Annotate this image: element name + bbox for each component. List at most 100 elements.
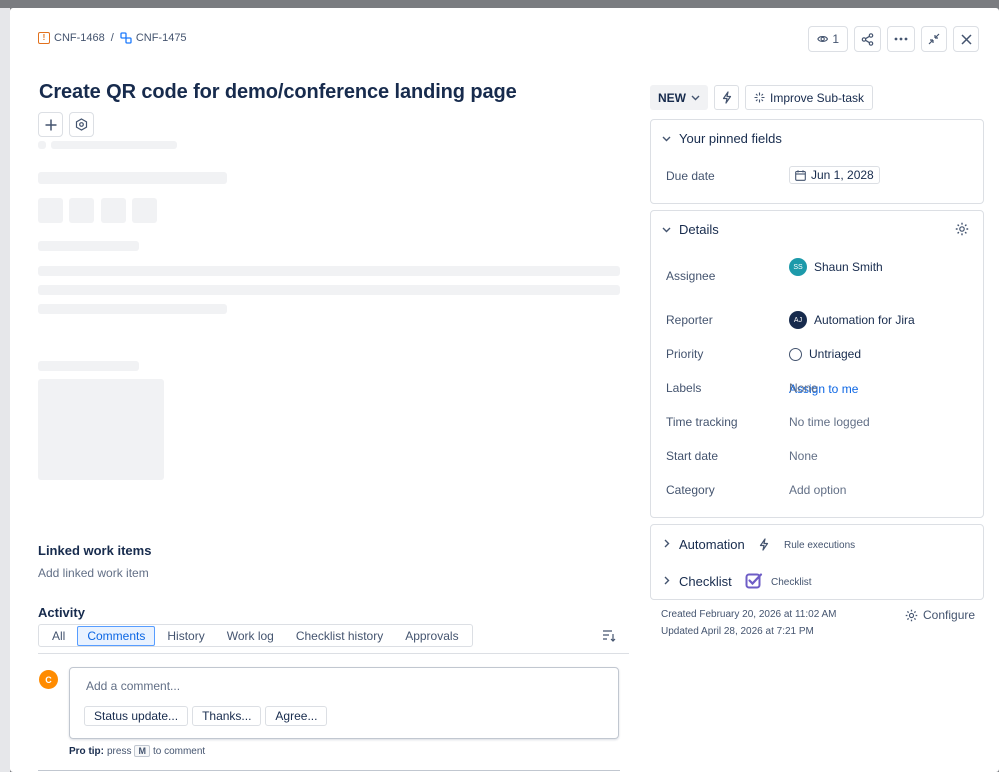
start-date-label: Start date — [666, 449, 719, 463]
current-user-avatar: C — [39, 670, 58, 689]
gear-icon — [905, 609, 918, 621]
backdrop-top — [0, 0, 999, 8]
breadcrumb-parent[interactable]: ! CNF-1468 — [38, 32, 105, 44]
reporter-value[interactable]: AJ Automation for Jira — [789, 311, 915, 329]
category-label: Category — [666, 483, 715, 497]
chevron-right-icon[interactable] — [664, 576, 670, 585]
apps-button[interactable] — [69, 112, 94, 137]
improve-subtask-label: Improve Sub-task — [770, 90, 865, 105]
skeleton-line — [38, 141, 46, 149]
modal-toolbar: 1 — [808, 26, 979, 52]
sort-icon[interactable] — [602, 629, 616, 642]
minimize-button[interactable] — [921, 26, 947, 52]
bug-icon: ! — [38, 32, 50, 44]
activity-heading: Activity — [38, 605, 85, 620]
add-button[interactable] — [38, 112, 63, 137]
pro-tip: Pro tip: press M to comment — [69, 745, 205, 757]
breadcrumb-separator: / — [110, 32, 114, 44]
chevron-down-icon[interactable] — [662, 227, 671, 233]
breadcrumb-current[interactable]: CNF-1475 — [120, 32, 187, 44]
status-label: NEW — [658, 90, 686, 105]
improve-subtask-button[interactable]: Improve Sub-task — [745, 85, 874, 110]
automation-action-button[interactable] — [714, 85, 739, 110]
issue-title[interactable]: Create QR code for demo/conference landi… — [39, 81, 517, 104]
tab-all[interactable]: All — [42, 626, 75, 646]
time-tracking-value[interactable]: No time logged — [789, 415, 870, 429]
automation-note: Rule executions — [784, 540, 856, 551]
tab-work-log[interactable]: Work log — [217, 626, 284, 646]
skeleton-line — [38, 304, 227, 314]
apps-panel: Automation Rule executions Checklist Che… — [650, 524, 984, 600]
calendar-icon — [795, 169, 806, 181]
category-value[interactable]: Add option — [789, 483, 846, 497]
breadcrumb-current-key[interactable]: CNF-1475 — [136, 32, 187, 44]
configure-button[interactable]: Configure — [905, 608, 975, 622]
breadcrumb: ! CNF-1468 / CNF-1475 — [38, 32, 187, 44]
eye-icon — [817, 36, 829, 42]
time-tracking-label: Time tracking — [666, 415, 738, 429]
due-date-label: Due date — [666, 169, 715, 183]
shortcut-key: M — [134, 745, 150, 757]
skeleton-line — [38, 172, 227, 184]
pro-tip-pre: press — [107, 745, 132, 757]
tab-approvals[interactable]: Approvals — [395, 626, 468, 646]
skeleton-block — [38, 198, 63, 223]
tab-checklist-history[interactable]: Checklist history — [286, 626, 393, 646]
pinned-fields-heading[interactable]: Your pinned fields — [679, 131, 782, 146]
subtask-icon — [120, 32, 132, 44]
add-linked-item-link[interactable]: Add linked work item — [38, 566, 149, 580]
skeleton-line — [38, 285, 620, 295]
due-date-value[interactable]: Jun 1, 2028 — [789, 166, 880, 184]
watch-button[interactable]: 1 — [808, 26, 848, 52]
linked-items-heading: Linked work items — [38, 543, 152, 558]
quick-reply-status-update[interactable]: Status update... — [84, 706, 189, 726]
skeleton-line — [38, 266, 620, 276]
chevron-right-icon[interactable] — [664, 539, 670, 548]
pinned-fields-panel: Your pinned fields Due date Jun 1, 2028 — [650, 119, 984, 204]
assignee-value[interactable]: SS Shaun Smith — [789, 258, 883, 276]
skeleton-line — [38, 361, 139, 371]
backdrop-left — [0, 0, 10, 772]
lightning-icon — [759, 538, 769, 551]
updated-timestamp: Updated April 28, 2026 at 7:21 PM — [661, 626, 814, 637]
status-dropdown[interactable]: NEW — [650, 85, 708, 110]
share-button[interactable] — [854, 26, 881, 52]
quick-add-bar — [38, 112, 94, 137]
checklist-heading[interactable]: Checklist — [679, 574, 732, 589]
labels-value[interactable]: None — [789, 381, 818, 395]
quick-reply-thanks[interactable]: Thanks... — [192, 706, 262, 726]
collapse-icon — [928, 33, 940, 45]
more-actions-button[interactable] — [887, 26, 915, 52]
quick-reply-agree[interactable]: Agree... — [265, 706, 328, 726]
breadcrumb-parent-key[interactable]: CNF-1468 — [54, 32, 105, 44]
lightning-icon — [722, 91, 731, 104]
details-heading[interactable]: Details — [679, 222, 719, 237]
close-button[interactable] — [953, 26, 979, 52]
start-date-value[interactable]: None — [789, 449, 818, 463]
reporter-avatar: AJ — [789, 311, 807, 329]
comment-editor[interactable]: Add a comment... Status update... Thanks… — [69, 667, 619, 739]
skeleton-line — [38, 241, 139, 251]
sparkle-icon — [754, 92, 765, 103]
checklist-icon — [745, 573, 763, 589]
chevron-down-icon[interactable] — [662, 136, 671, 142]
configure-label: Configure — [923, 608, 976, 622]
automation-heading[interactable]: Automation — [679, 537, 745, 552]
skeleton-block — [132, 198, 157, 223]
pro-tip-post: to comment — [152, 745, 206, 757]
activity-divider — [38, 653, 629, 654]
assignee-name: Shaun Smith — [814, 260, 883, 274]
assignee-avatar: SS — [789, 258, 807, 276]
skeleton-block — [69, 198, 94, 223]
ellipsis-icon — [894, 37, 908, 41]
gear-icon[interactable] — [955, 222, 969, 236]
tab-comments[interactable]: Comments — [77, 625, 156, 646]
priority-value[interactable]: Untriaged — [789, 347, 861, 361]
status-row: NEW Improve Sub-task — [650, 85, 874, 110]
due-date-pill[interactable]: Jun 1, 2028 — [789, 166, 880, 184]
comment-placeholder[interactable]: Add a comment... — [86, 679, 180, 693]
tab-history[interactable]: History — [157, 626, 214, 646]
reporter-label: Reporter — [666, 313, 713, 327]
quick-replies: Status update... Thanks... Agree... — [84, 706, 328, 726]
share-icon — [861, 32, 874, 46]
